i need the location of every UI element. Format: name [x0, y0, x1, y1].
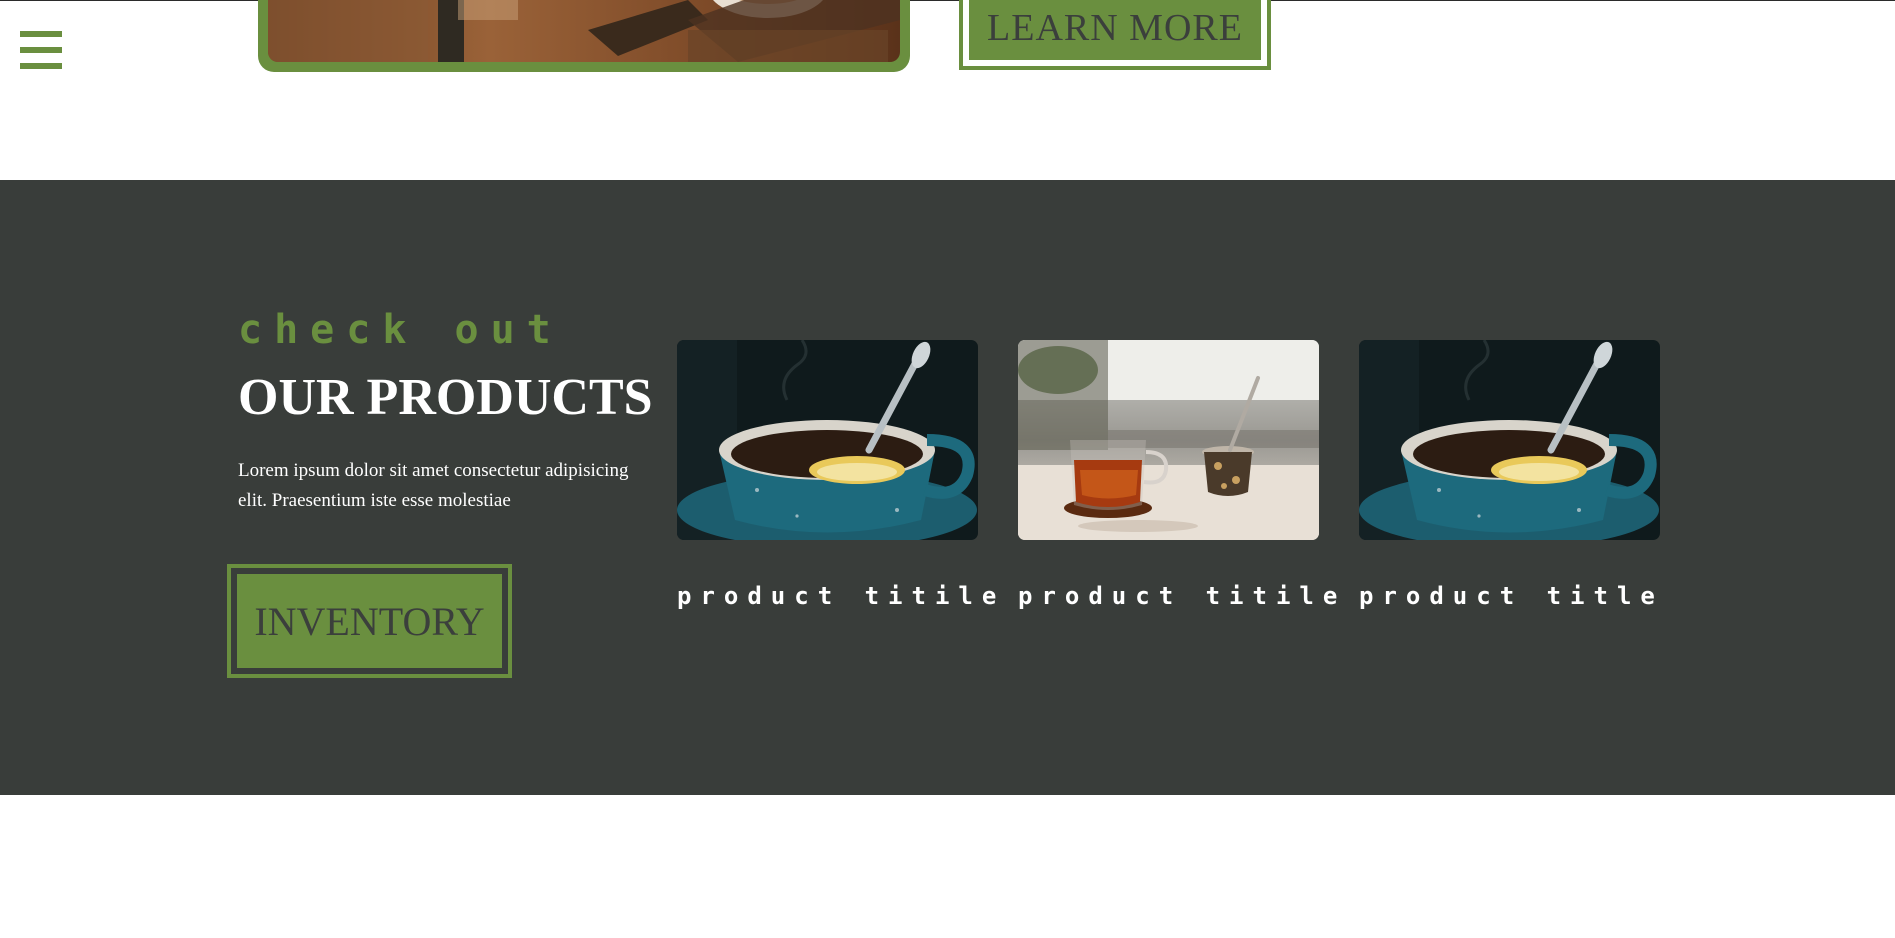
product-image[interactable]: [677, 340, 978, 540]
product-title[interactable]: product titile: [1018, 582, 1337, 610]
hero-image-frame: [258, 0, 910, 72]
product-card[interactable]: product title: [1359, 340, 1660, 610]
product-title[interactable]: product title: [1359, 582, 1660, 610]
learn-more-button[interactable]: LEARN MORE: [959, 0, 1271, 70]
product-title[interactable]: product titile: [677, 582, 996, 610]
inventory-label: INVENTORY: [237, 574, 502, 668]
product-image[interactable]: [1359, 340, 1660, 540]
learn-more-label: LEARN MORE: [969, 0, 1261, 60]
section-title: OUR PRODUCTS: [238, 369, 653, 426]
product-card[interactable]: product titile: [677, 340, 996, 610]
section-description: Lorem ipsum dolor sit amet consectetur a…: [238, 460, 629, 511]
products-section: check out OUR PRODUCTS Lorem ipsum dolor…: [0, 180, 1895, 795]
hero-image: [268, 0, 900, 62]
page: LEARN MORE check out OUR PRODUCTS Lorem …: [0, 0, 1895, 938]
product-image[interactable]: [1018, 340, 1319, 540]
section-eyebrow: check out: [238, 307, 563, 353]
product-card[interactable]: product titile: [1018, 340, 1337, 610]
inventory-button[interactable]: INVENTORY: [227, 564, 512, 678]
hamburger-menu-icon[interactable]: [20, 31, 62, 69]
